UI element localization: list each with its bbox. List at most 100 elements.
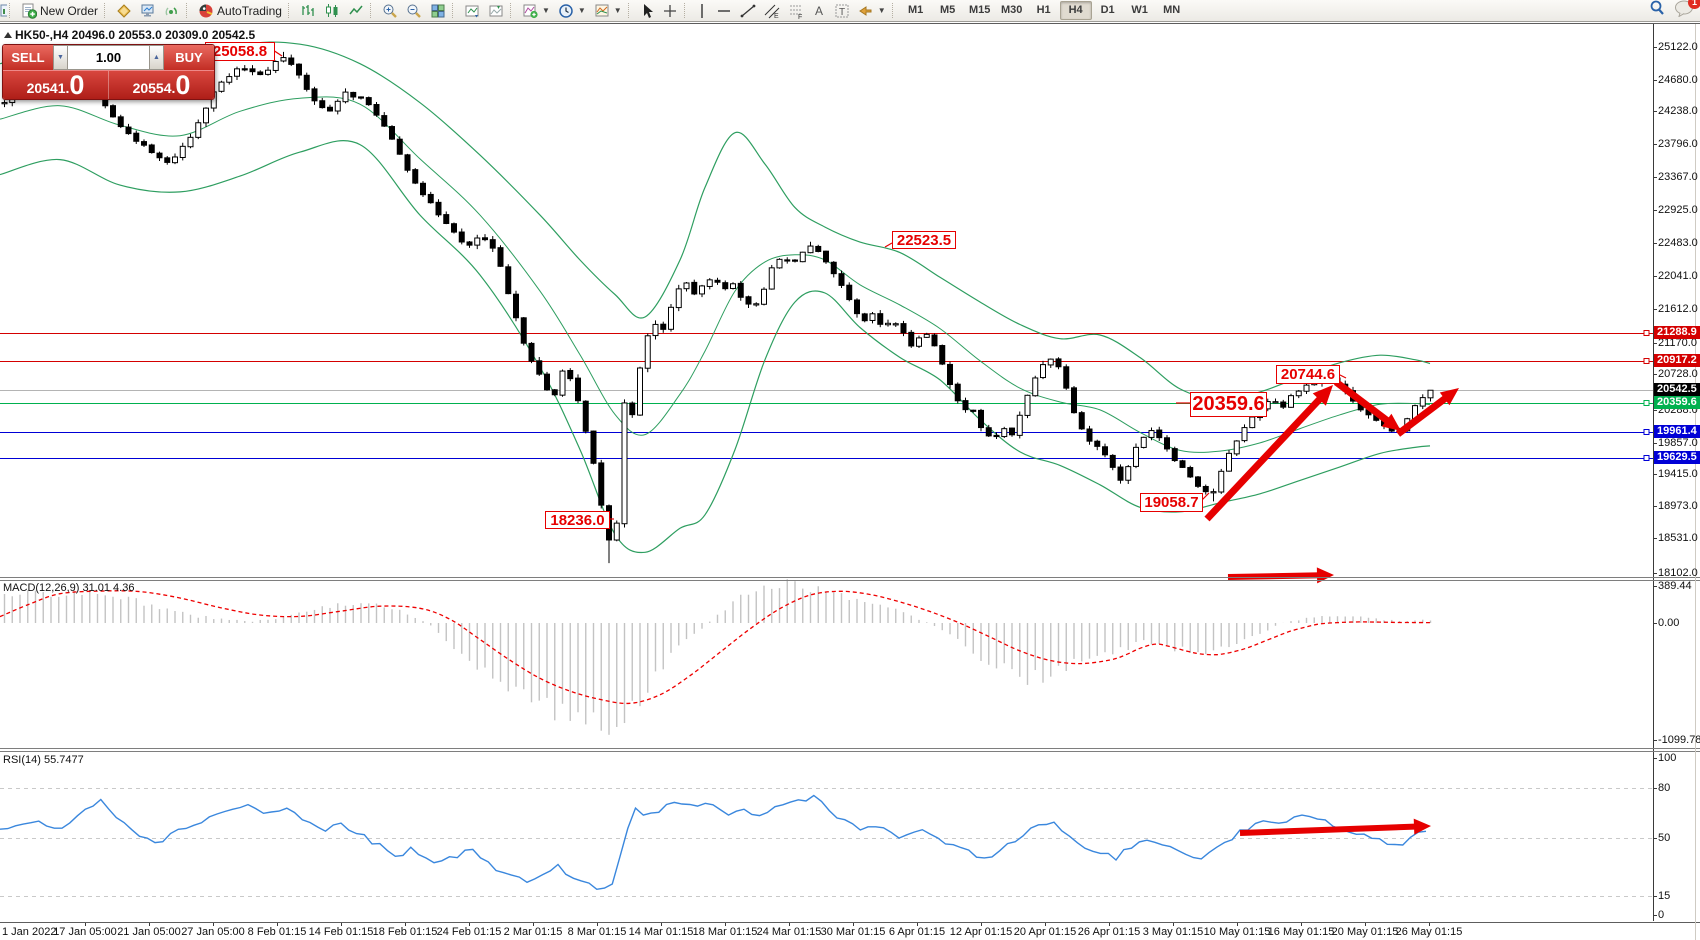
- candle-bear: [165, 158, 170, 163]
- timeframe-button-d1[interactable]: D1: [1092, 1, 1124, 20]
- periods-button[interactable]: ▼: [554, 1, 590, 20]
- candle-bull: [777, 259, 782, 268]
- candle-bear: [738, 283, 743, 297]
- vline-icon: [696, 3, 708, 19]
- timeframe-button-h1[interactable]: H1: [1028, 1, 1060, 20]
- candle-bear: [831, 262, 836, 273]
- price-axis-label: 23367.0: [1658, 171, 1698, 183]
- panel-separator[interactable]: [0, 748, 1700, 749]
- buy-price[interactable]: 20554.0: [108, 71, 214, 100]
- buy-button[interactable]: BUY: [164, 45, 214, 70]
- auto-scroll-button[interactable]: [460, 1, 484, 20]
- candle-bull: [800, 252, 805, 261]
- volume-input[interactable]: 1.00: [68, 45, 149, 70]
- price-callout-20744.6[interactable]: 20744.6: [1276, 365, 1340, 384]
- cursor-button[interactable]: [636, 1, 658, 20]
- crosshair-button[interactable]: [658, 1, 682, 20]
- volume-decrease-button[interactable]: ▼: [53, 45, 68, 70]
- price-callout-19058.7[interactable]: 19058.7: [1140, 493, 1203, 512]
- chart-window-icon[interactable]: [0, 3, 7, 19]
- candle-bear: [1188, 468, 1193, 477]
- time-axis-label: 12 Apr 01:15: [950, 926, 1012, 938]
- candlestick-button[interactable]: [320, 1, 344, 20]
- channel-tool-button[interactable]: E: [760, 1, 784, 20]
- trend-arrow-shaft[interactable]: [1336, 382, 1390, 423]
- zoom-out-button[interactable]: [402, 1, 426, 20]
- sell-price-main: 20541.: [27, 80, 70, 96]
- candle-bear: [351, 92, 356, 97]
- candle-bear: [971, 410, 976, 411]
- candle-bear: [986, 428, 991, 436]
- candle-bull: [560, 371, 565, 395]
- hline-tool-button[interactable]: [712, 1, 736, 20]
- timeframe-button-m15[interactable]: M15: [964, 1, 996, 20]
- zoom-in-button[interactable]: [378, 1, 402, 20]
- vline-tool-button[interactable]: [692, 1, 712, 20]
- toolbar-grip: [684, 3, 689, 18]
- price-callout-18236.0[interactable]: 18236.0: [545, 511, 610, 529]
- hline-anchor-square[interactable]: [1644, 331, 1649, 336]
- chart-menu-icon[interactable]: [4, 32, 12, 38]
- signals-button[interactable]: [160, 1, 184, 20]
- window-right-edge: [1695, 24, 1696, 940]
- indicators-button[interactable]: ▼: [518, 1, 554, 20]
- timeframe-button-h4[interactable]: H4: [1060, 1, 1092, 20]
- templates-button[interactable]: ▼: [590, 1, 626, 20]
- candle-bear: [955, 384, 960, 401]
- bar-chart-button[interactable]: [296, 1, 320, 20]
- panel-separator[interactable]: [0, 577, 1700, 578]
- new-order-button[interactable]: New Order: [17, 1, 102, 20]
- rsi-axis-label: 0: [1658, 909, 1664, 921]
- timeframe-button-m1[interactable]: M1: [900, 1, 932, 20]
- price-callout-20359.6[interactable]: 20359.6: [1190, 392, 1267, 417]
- timeframe-button-mn[interactable]: MN: [1156, 1, 1188, 20]
- timeframe-button-w1[interactable]: W1: [1124, 1, 1156, 20]
- search-icon[interactable]: [1648, 0, 1666, 22]
- candle-bear: [591, 431, 596, 463]
- chart-shift-button[interactable]: [484, 1, 508, 20]
- timeframe-button-m5[interactable]: M5: [932, 1, 964, 20]
- candle-bear: [328, 107, 333, 111]
- candle-bear: [374, 105, 379, 116]
- hline-anchor-square[interactable]: [1644, 401, 1649, 406]
- chart-plot-area[interactable]: [0, 0, 1700, 940]
- sell-price[interactable]: 20541.0: [3, 71, 108, 100]
- time-axis-label: 20 Apr 01:15: [1014, 926, 1076, 938]
- candle-bear: [847, 285, 852, 299]
- terminal-button[interactable]: [136, 1, 160, 20]
- text-label-tool-button[interactable]: T: [830, 1, 854, 20]
- price-callout-22523.5[interactable]: 22523.5: [892, 231, 956, 249]
- hline-anchor-square[interactable]: [1644, 430, 1649, 435]
- price-callout-25058.8[interactable]: 25058.8: [205, 42, 275, 61]
- candle-bear: [901, 324, 906, 333]
- candle-bear: [537, 361, 542, 374]
- line-chart-button[interactable]: [344, 1, 368, 20]
- tile-windows-button[interactable]: [426, 1, 450, 20]
- hline-anchor-square[interactable]: [1644, 456, 1649, 461]
- tile-windows-icon: [430, 3, 446, 19]
- text-tool-button[interactable]: A: [808, 1, 830, 20]
- toolbar-grip: [892, 3, 897, 18]
- trend-arrow-shaft[interactable]: [1240, 826, 1418, 833]
- autotrading-button[interactable]: AutoTrading: [194, 1, 286, 20]
- shapes-tool-button[interactable]: ▼: [854, 1, 890, 20]
- candle-bear: [785, 260, 790, 261]
- toolbar-grip: [288, 3, 293, 18]
- timeframe-button-m30[interactable]: M30: [996, 1, 1028, 20]
- rsi-axis-label: 50: [1658, 832, 1670, 844]
- candle-bull: [1017, 415, 1022, 435]
- candle-bear: [490, 240, 495, 248]
- svg-text:E: E: [774, 13, 779, 19]
- hline-anchor-square[interactable]: [1644, 359, 1649, 364]
- fibonacci-tool-button[interactable]: F: [784, 1, 808, 20]
- candle-bull: [281, 58, 286, 61]
- trendline-tool-button[interactable]: [736, 1, 760, 20]
- time-axis-label: 26 Apr 01:15: [1078, 926, 1140, 938]
- styler-button[interactable]: [112, 1, 136, 20]
- sell-button[interactable]: SELL: [3, 45, 53, 70]
- price-axis-label: 19415.0: [1658, 468, 1698, 480]
- candle-bear: [359, 97, 364, 98]
- notifications-button[interactable]: 1: [1674, 0, 1694, 22]
- svg-text:T: T: [839, 7, 845, 18]
- volume-increase-button[interactable]: ▲: [149, 45, 164, 70]
